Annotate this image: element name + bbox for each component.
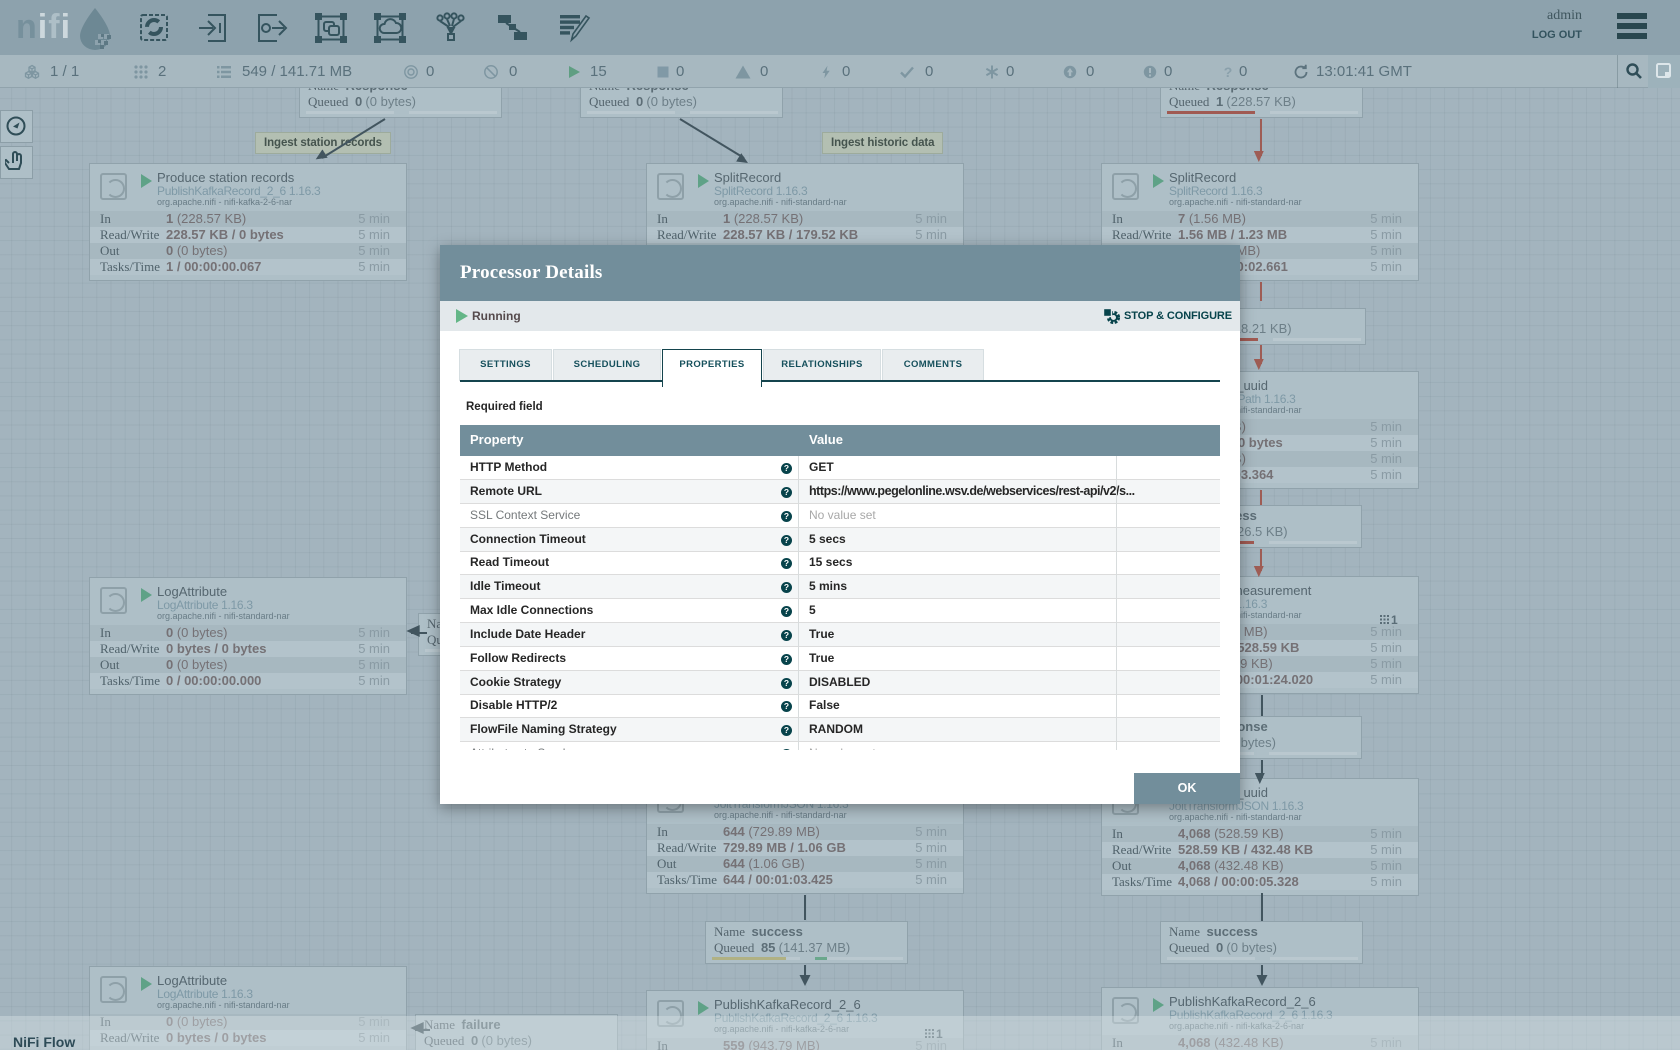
svg-text:?: ? [1224, 64, 1233, 80]
